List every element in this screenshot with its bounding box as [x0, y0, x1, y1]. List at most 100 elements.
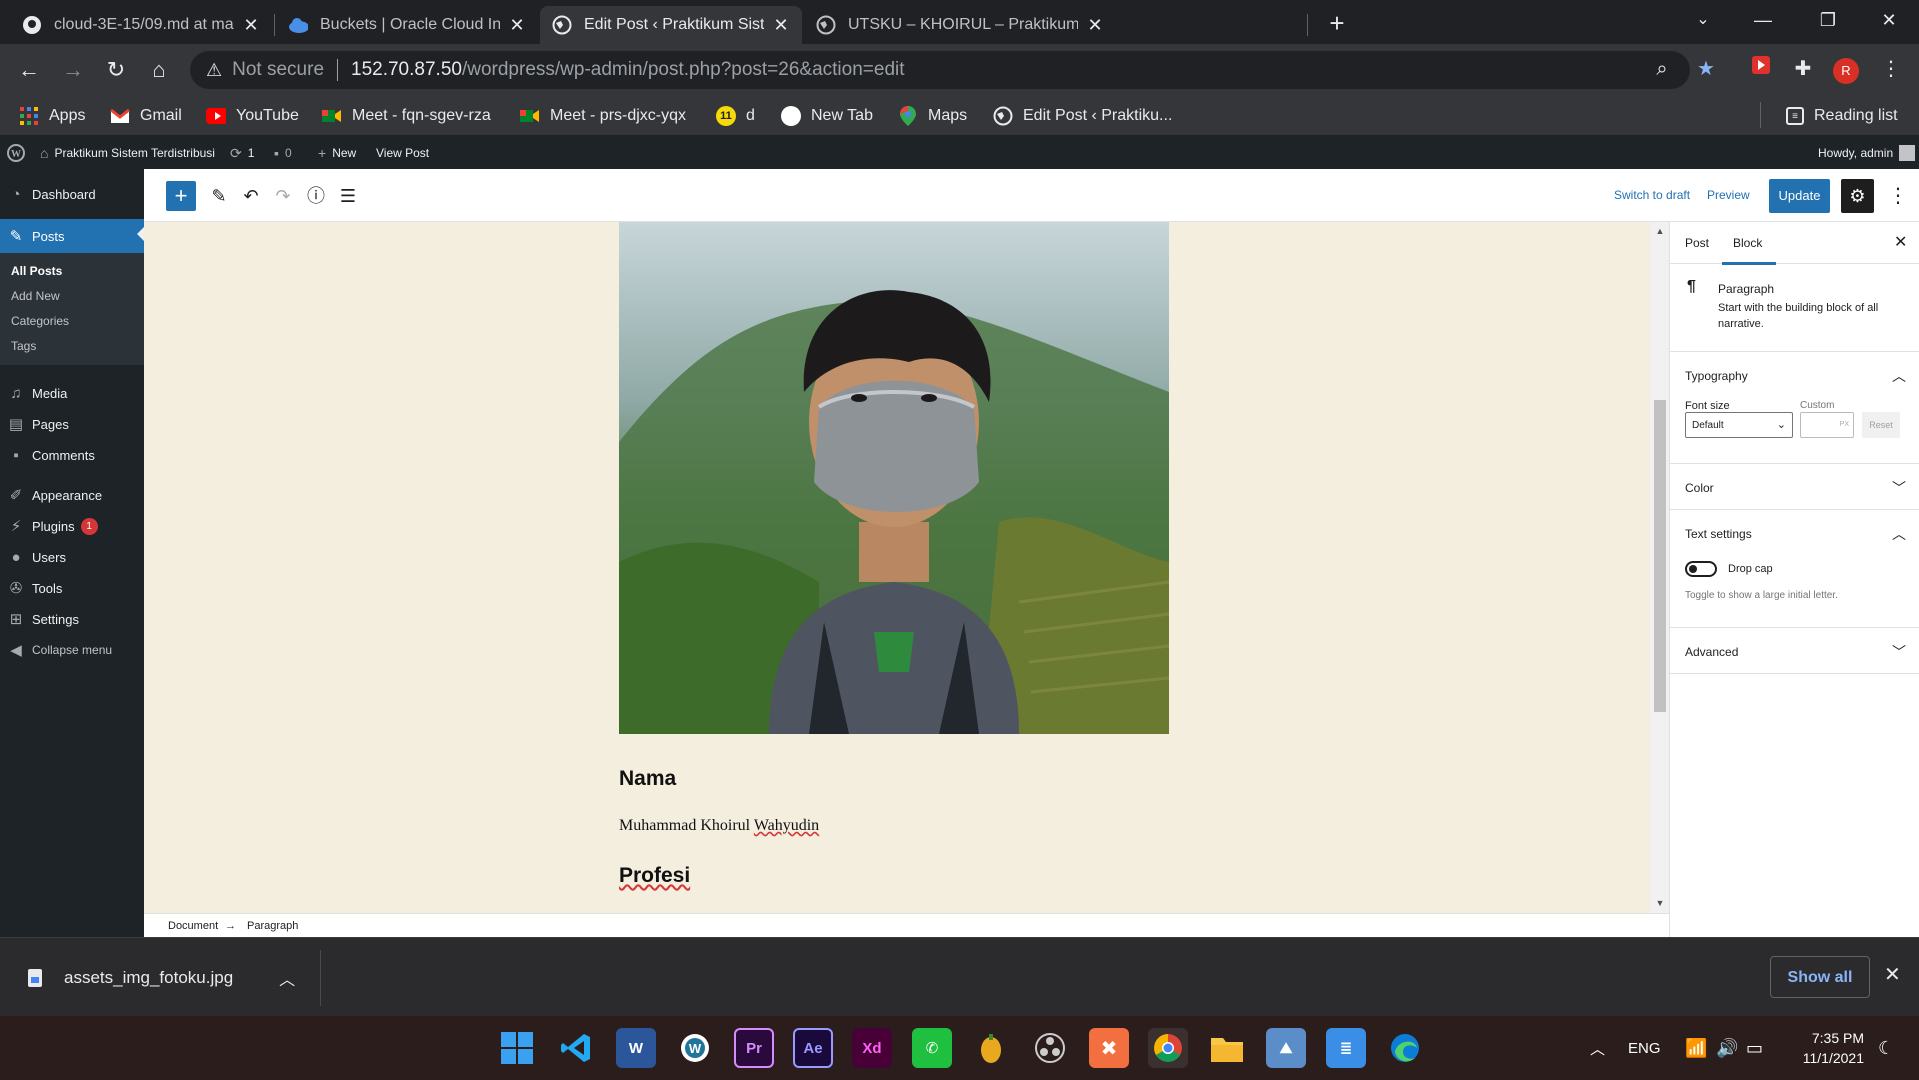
bookmark-new-tab[interactable]: New Tab: [781, 104, 873, 128]
tab-block[interactable]: Block: [1721, 236, 1777, 265]
undo-icon[interactable]: ↶: [236, 181, 266, 211]
download-item[interactable]: assets_img_fotoku.jpg ︿: [28, 962, 295, 994]
advanced-title[interactable]: Advanced: [1685, 645, 1738, 659]
chevron-down-icon[interactable]: ﹀: [1892, 642, 1906, 662]
submenu-add-new[interactable]: Add New: [11, 289, 60, 303]
premiere-icon[interactable]: Pr: [734, 1028, 774, 1068]
fruit-app-icon[interactable]: [971, 1028, 1011, 1068]
image-block[interactable]: [619, 222, 1169, 734]
sidebar-collapse-menu[interactable]: ◀ Collapse menu: [0, 635, 144, 665]
bookmark-gmail[interactable]: Gmail: [110, 104, 182, 128]
home-button[interactable]: ⌂: [143, 54, 175, 86]
close-icon[interactable]: ✕: [772, 15, 790, 36]
tray-chevron-icon[interactable]: ︿: [1590, 1016, 1605, 1080]
chevron-up-icon[interactable]: ︿: [1892, 524, 1906, 544]
windows-start-icon[interactable]: [497, 1028, 537, 1068]
chevron-down-icon[interactable]: ﹀: [1892, 478, 1906, 498]
sidebar-item-media[interactable]: ♫ Media: [0, 378, 144, 408]
more-options-icon[interactable]: ⋮: [1888, 179, 1908, 213]
close-icon[interactable]: ✕: [1884, 962, 1901, 987]
profile-avatar[interactable]: R: [1831, 54, 1861, 84]
security-label[interactable]: Not secure: [232, 59, 324, 81]
scroll-up-icon[interactable]: ▲: [1654, 226, 1666, 236]
warning-icon[interactable]: ⚠: [206, 60, 222, 81]
color-title[interactable]: Color: [1685, 481, 1714, 495]
scroll-down-icon[interactable]: ▼: [1654, 898, 1666, 908]
back-button[interactable]: ←: [13, 54, 45, 86]
tab-post[interactable]: Post: [1685, 236, 1709, 250]
bookmark-maps[interactable]: Maps: [898, 104, 967, 128]
switch-to-draft-button[interactable]: Switch to draft: [1614, 188, 1690, 202]
redo-icon[interactable]: ↷: [268, 181, 298, 211]
settings-gear-icon[interactable]: ⚙: [1841, 179, 1874, 213]
reading-list-button[interactable]: ≡ Reading list: [1786, 104, 1898, 128]
close-icon[interactable]: ✕: [242, 15, 260, 36]
chrome-icon[interactable]: [1148, 1028, 1188, 1068]
new-tab-button[interactable]: +: [1322, 8, 1352, 38]
list-view-icon[interactable]: ☰: [333, 181, 363, 211]
submenu-tags[interactable]: Tags: [11, 339, 36, 353]
bookmark-meet-2[interactable]: Meet - prs-djxc-yqx: [520, 104, 686, 128]
editor-canvas[interactable]: Nama Muhammad Khoirul Wahyudin Profesi: [144, 222, 1650, 913]
breadcrumb-paragraph[interactable]: Paragraph: [247, 920, 298, 932]
reload-button[interactable]: ↻: [100, 54, 132, 86]
chevron-up-icon[interactable]: ︿: [279, 966, 295, 990]
word-icon[interactable]: W: [616, 1028, 656, 1068]
tab-edit-post[interactable]: Edit Post ‹ Praktikum Sistem Terd ✕: [540, 6, 802, 44]
browser-menu-icon[interactable]: ⋮: [1876, 54, 1906, 84]
bookmark-d[interactable]: 11 d: [716, 104, 755, 128]
extensions-puzzle-icon[interactable]: ✚: [1788, 54, 1818, 84]
sidebar-item-posts[interactable]: ✎ Posts: [0, 219, 144, 253]
show-all-button[interactable]: Show all: [1770, 956, 1870, 998]
zoom-icon[interactable]: ⌕: [1647, 54, 1677, 84]
bookmark-apps[interactable]: Apps: [19, 104, 85, 128]
file-explorer-icon[interactable]: [1207, 1028, 1247, 1068]
submenu-all-posts[interactable]: All Posts: [11, 264, 62, 278]
restore-button[interactable]: ❐: [1801, 0, 1855, 40]
sidebar-item-pages[interactable]: ▤ Pages: [0, 409, 144, 439]
sidebar-item-dashboard[interactable]: ◔ Dashboard: [0, 179, 144, 209]
custom-size-input[interactable]: PX: [1800, 412, 1854, 438]
new-content-link[interactable]: + New: [318, 137, 356, 169]
battery-icon[interactable]: ▭: [1746, 1016, 1763, 1080]
xd-icon[interactable]: Xd: [852, 1028, 892, 1068]
preview-button[interactable]: Preview: [1707, 188, 1750, 202]
reset-button[interactable]: Reset: [1862, 412, 1900, 438]
tab-github[interactable]: cloud-3E-15/09.md at master · fr ✕: [10, 6, 272, 44]
scroll-thumb[interactable]: [1654, 400, 1666, 712]
breadcrumb-document[interactable]: Document: [168, 920, 218, 932]
minimize-button[interactable]: —: [1736, 0, 1790, 40]
font-size-select[interactable]: Default ⌄: [1685, 412, 1793, 438]
submenu-categories[interactable]: Categories: [11, 314, 69, 328]
language-indicator[interactable]: ENG: [1628, 1016, 1661, 1080]
edit-tool-icon[interactable]: ✎: [204, 181, 234, 211]
howdy-account-link[interactable]: Howdy, admin: [1818, 137, 1916, 169]
bookmark-star-icon[interactable]: ★: [1691, 54, 1721, 84]
comments-link[interactable]: ▪ 0: [274, 137, 292, 169]
wordpress-app-icon[interactable]: W: [675, 1028, 715, 1068]
close-icon[interactable]: ✕: [508, 15, 526, 36]
updates-link[interactable]: ⟳ 1: [230, 137, 254, 169]
close-window-button[interactable]: ✕: [1862, 0, 1916, 40]
sidebar-item-tools[interactable]: ✇ Tools: [0, 573, 144, 603]
wifi-icon[interactable]: 📶: [1685, 1016, 1707, 1080]
close-icon[interactable]: ✕: [1086, 15, 1104, 36]
volume-icon[interactable]: 🔊: [1716, 1016, 1738, 1080]
xampp-icon[interactable]: ✖: [1089, 1028, 1129, 1068]
update-button[interactable]: Update: [1769, 179, 1830, 213]
vscode-icon[interactable]: [556, 1028, 596, 1068]
tab-utsku[interactable]: UTSKU – KHOIRUL – Praktikum S ✕: [804, 6, 1314, 44]
extension-red-icon[interactable]: [1746, 54, 1776, 84]
typography-title[interactable]: Typography: [1685, 369, 1748, 383]
heading-nama[interactable]: Nama: [619, 767, 676, 791]
color-section[interactable]: Color ﹀: [1670, 464, 1919, 510]
after-effects-icon[interactable]: Ae: [793, 1028, 833, 1068]
tab-oracle[interactable]: Buckets | Oracle Cloud Infrastruct ✕: [276, 6, 538, 44]
info-icon[interactable]: ⓘ: [301, 181, 331, 211]
paragraph-name[interactable]: Muhammad Khoirul Wahyudin: [619, 817, 819, 835]
add-block-button[interactable]: +: [166, 181, 196, 211]
chevron-up-icon[interactable]: ︿: [1892, 366, 1906, 386]
heading-profesi[interactable]: Profesi: [619, 864, 690, 888]
edge-icon[interactable]: [1385, 1028, 1425, 1068]
obs-icon[interactable]: [1030, 1028, 1070, 1068]
